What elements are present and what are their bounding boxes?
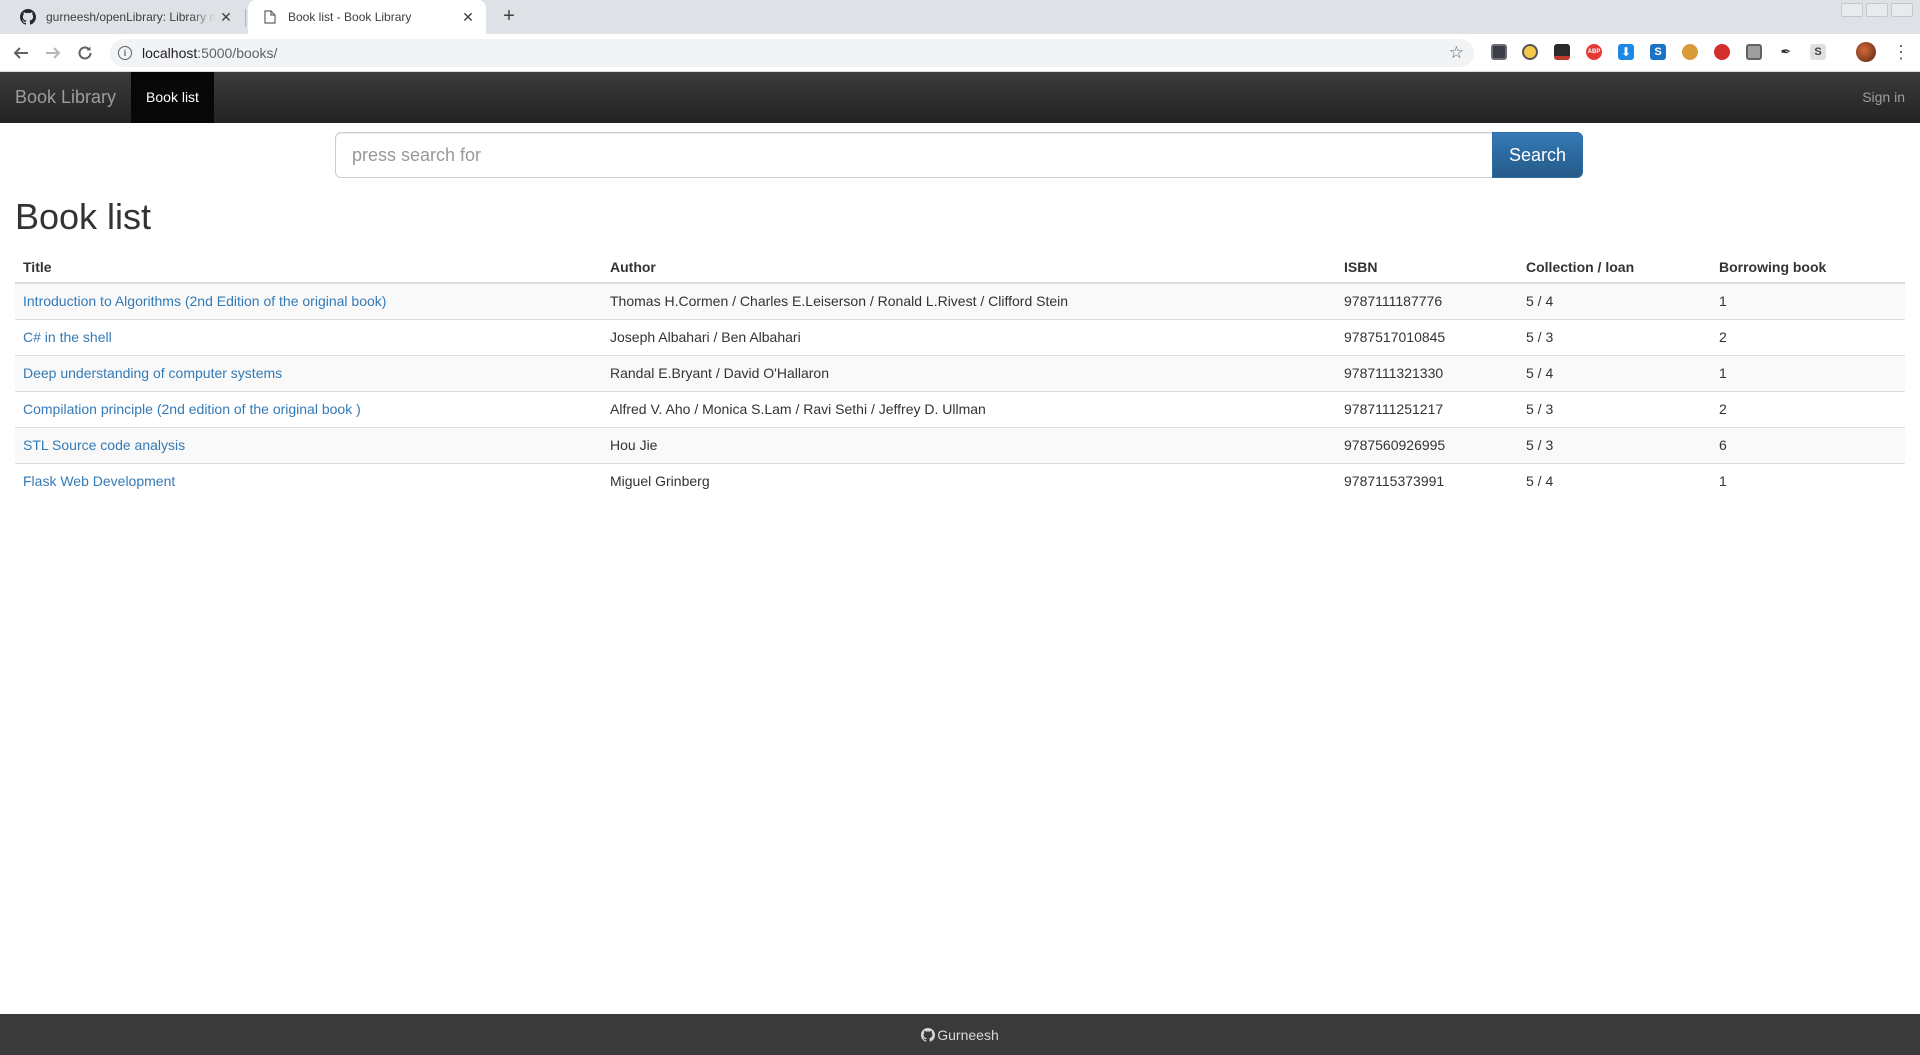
table-header-row: Title Author ISBN Collection / loan Borr… bbox=[15, 252, 1905, 284]
book-title-link[interactable]: Flask Web Development bbox=[23, 473, 175, 489]
column-header-isbn: ISBN bbox=[1336, 252, 1518, 284]
adblock-icon[interactable]: ABP bbox=[1586, 44, 1602, 60]
info-icon[interactable]: i bbox=[118, 46, 132, 60]
book-title-link[interactable]: Deep understanding of computer systems bbox=[23, 365, 282, 381]
book-isbn: 9787560926995 bbox=[1336, 426, 1518, 463]
book-isbn: 9787111187776 bbox=[1336, 282, 1518, 319]
download-icon[interactable]: ⬇ bbox=[1618, 44, 1634, 60]
reload-icon bbox=[78, 46, 92, 60]
github-icon bbox=[20, 9, 36, 25]
new-tab-button[interactable]: + bbox=[498, 6, 520, 28]
book-collection-loan: 5 / 4 bbox=[1518, 282, 1711, 319]
minimize-button[interactable] bbox=[1841, 3, 1863, 17]
column-header-collection-loan: Collection / loan bbox=[1518, 252, 1711, 284]
square-icon[interactable] bbox=[1746, 44, 1762, 60]
reload-button[interactable] bbox=[74, 42, 96, 64]
book-table: Title Author ISBN Collection / loan Borr… bbox=[15, 252, 1905, 499]
browser-tabstrip: gurneesh/openLibrary: Library m ✕ Book l… bbox=[0, 0, 1920, 34]
browser-menu-icon[interactable]: ⋮ bbox=[1892, 42, 1910, 62]
site-footer: Gurneesh bbox=[0, 1014, 1920, 1055]
book-borrowing: 1 bbox=[1711, 282, 1905, 319]
search-input[interactable] bbox=[335, 132, 1493, 178]
profile-avatar[interactable] bbox=[1856, 42, 1876, 62]
book-author: Randal E.Bryant / David O'Hallaron bbox=[602, 354, 1336, 391]
s-icon[interactable]: S bbox=[1810, 44, 1826, 60]
book-borrowing: 2 bbox=[1711, 390, 1905, 427]
book-title-link[interactable]: Introduction to Algorithms (2nd Edition … bbox=[23, 293, 386, 309]
book-author: Thomas H.Cormen / Charles E.Leiserson / … bbox=[602, 282, 1336, 319]
close-window-button[interactable] bbox=[1891, 3, 1913, 17]
page-title: Book list bbox=[15, 196, 152, 237]
forward-button[interactable] bbox=[42, 42, 64, 64]
book-collection-loan: 5 / 3 bbox=[1518, 426, 1711, 463]
tab-title: gurneesh/openLibrary: Library m bbox=[46, 10, 216, 24]
tab-separator bbox=[245, 9, 246, 27]
book-borrowing: 6 bbox=[1711, 426, 1905, 463]
book-isbn: 9787517010845 bbox=[1336, 318, 1518, 355]
browser-tab-book-list[interactable]: Book list - Book Library ✕ bbox=[248, 0, 486, 34]
book-borrowing: 2 bbox=[1711, 318, 1905, 355]
close-icon[interactable]: ✕ bbox=[216, 7, 236, 27]
bird-icon[interactable]: ✒ bbox=[1778, 44, 1794, 60]
close-icon[interactable]: ✕ bbox=[458, 7, 478, 27]
book-borrowing: 1 bbox=[1711, 354, 1905, 391]
book-collection-loan: 5 / 4 bbox=[1518, 462, 1711, 499]
footer-author-link[interactable]: Gurneesh bbox=[937, 1027, 998, 1043]
maximize-button[interactable] bbox=[1866, 3, 1888, 17]
table-row: Compilation principle (2nd edition of th… bbox=[15, 390, 1905, 427]
column-header-author: Author bbox=[602, 252, 1336, 284]
github-icon bbox=[921, 1027, 936, 1042]
skype-icon[interactable]: S bbox=[1650, 44, 1666, 60]
table-row: Introduction to Algorithms (2nd Edition … bbox=[15, 282, 1905, 319]
page-icon bbox=[262, 9, 278, 25]
stop-icon[interactable] bbox=[1714, 44, 1730, 60]
search-button[interactable]: Search bbox=[1492, 132, 1583, 178]
forward-arrow-icon bbox=[46, 47, 61, 59]
book-author: Miguel Grinberg bbox=[602, 462, 1336, 499]
hat-icon[interactable] bbox=[1554, 44, 1570, 60]
book-collection-loan: 5 / 3 bbox=[1518, 390, 1711, 427]
column-header-borrowing: Borrowing book bbox=[1711, 252, 1905, 284]
site-navbar: Book Library Book list Sign in bbox=[0, 72, 1920, 123]
book-collection-loan: 5 / 4 bbox=[1518, 354, 1711, 391]
table-row: C# in the shell Joseph Albahari / Ben Al… bbox=[15, 318, 1905, 355]
book-collection-loan: 5 / 3 bbox=[1518, 318, 1711, 355]
table-row: Deep understanding of computer systems R… bbox=[15, 354, 1905, 391]
book-title-link[interactable]: C# in the shell bbox=[23, 329, 112, 345]
nav-item-book-list[interactable]: Book list bbox=[131, 72, 214, 123]
cookie-icon[interactable] bbox=[1682, 44, 1698, 60]
table-row: STL Source code analysis Hou Jie 9787560… bbox=[15, 426, 1905, 463]
book-author: Hou Jie bbox=[602, 426, 1336, 463]
tab-title: Book list - Book Library bbox=[288, 10, 412, 24]
back-button[interactable] bbox=[10, 42, 32, 64]
sign-in-link[interactable]: Sign in bbox=[1862, 72, 1905, 123]
book-author: Alfred V. Aho / Monica S.Lam / Ravi Seth… bbox=[602, 390, 1336, 427]
keepass-icon[interactable] bbox=[1491, 44, 1507, 60]
book-isbn: 9787111321330 bbox=[1336, 354, 1518, 391]
book-isbn: 9787115373991 bbox=[1336, 462, 1518, 499]
browser-tab-github[interactable]: gurneesh/openLibrary: Library m ✕ bbox=[8, 0, 244, 34]
back-arrow-icon bbox=[13, 47, 28, 59]
table-row: Flask Web Development Miguel Grinberg 97… bbox=[15, 462, 1905, 499]
book-title-link[interactable]: Compilation principle (2nd edition of th… bbox=[23, 401, 361, 417]
address-bar[interactable]: i localhost:5000/books/ ☆ bbox=[110, 39, 1474, 67]
book-author: Joseph Albahari / Ben Albahari bbox=[602, 318, 1336, 355]
bulb-icon[interactable] bbox=[1522, 44, 1538, 60]
bookmark-star-icon[interactable]: ☆ bbox=[1449, 44, 1464, 61]
brand-link[interactable]: Book Library bbox=[15, 72, 116, 123]
address-url: localhost:5000/books/ bbox=[142, 45, 278, 61]
book-borrowing: 1 bbox=[1711, 462, 1905, 499]
book-isbn: 9787111251217 bbox=[1336, 390, 1518, 427]
book-title-link[interactable]: STL Source code analysis bbox=[23, 437, 185, 453]
column-header-title: Title bbox=[15, 252, 602, 284]
